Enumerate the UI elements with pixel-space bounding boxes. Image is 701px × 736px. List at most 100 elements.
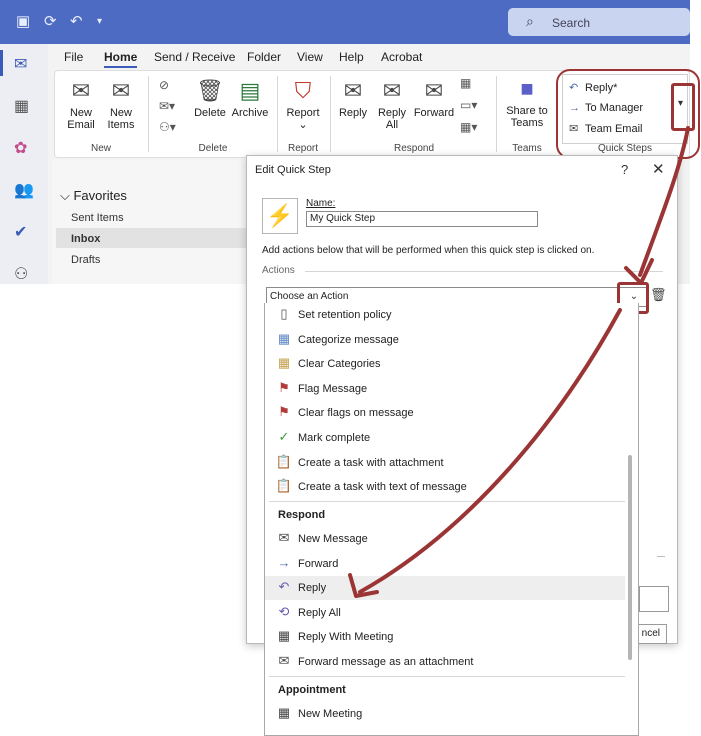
- shortcut-field[interactable]: [639, 586, 669, 612]
- section-divider: [269, 676, 625, 677]
- dropdown-item-label: Categorize message: [298, 334, 399, 346]
- dropdown-item-forward-as-attachment[interactable]: ✉ Forward message as an attachment: [265, 650, 625, 674]
- menu-send-receive[interactable]: Send / Receive: [154, 50, 235, 64]
- share-to-teams-button[interactable]: ■ Share to Teams: [502, 76, 552, 129]
- folder-inbox[interactable]: Inbox: [71, 233, 100, 245]
- dropdown-item-task-text[interactable]: 📋 Create a task with text of message: [265, 475, 625, 499]
- flag-icon: ⚑: [278, 404, 290, 419]
- people-icon[interactable]: 👥: [14, 180, 34, 200]
- group-label-new: New: [90, 143, 111, 154]
- favorites-header[interactable]: ⌵ Favorites: [60, 188, 127, 204]
- group-label-report: Report: [287, 143, 318, 154]
- dropdown-item-new-message[interactable]: ✉ New Message: [265, 527, 625, 551]
- mail-icon[interactable]: ✉: [14, 54, 27, 74]
- dropdown-item-reply-with-meeting[interactable]: ▦ Reply With Meeting: [265, 625, 625, 649]
- reply-all-icon: ⟲: [278, 604, 290, 619]
- reply-all-button[interactable]: ✉ Reply All: [374, 78, 410, 131]
- report-button[interactable]: ⛉ Report ⌄: [283, 78, 323, 131]
- reply-all-icon: ✉: [382, 78, 402, 103]
- folder-sent-items[interactable]: Sent Items: [71, 212, 124, 224]
- dropdown-item-label: Mark complete: [298, 432, 371, 444]
- dropdown-item-label: New Message: [298, 533, 368, 545]
- copilot-icon[interactable]: ✿: [14, 138, 27, 158]
- dropdown-item-reply-all[interactable]: ⟲ Reply All: [265, 601, 625, 625]
- checkmark-icon: ✓: [278, 429, 290, 444]
- sync-icon[interactable]: ⟳: [44, 12, 57, 30]
- group-label-delete: Delete: [198, 143, 228, 154]
- menu-acrobat[interactable]: Acrobat: [381, 50, 422, 64]
- menu-folder[interactable]: Folder: [247, 50, 281, 64]
- new-email-button[interactable]: ✉ New Email: [62, 78, 100, 131]
- name-label: Name:: [306, 198, 336, 209]
- delete-action-icon[interactable]: 🗑: [650, 287, 667, 303]
- archive-button[interactable]: ▤ Archive: [229, 78, 271, 119]
- dropdown-item-label: New Meeting: [298, 708, 363, 720]
- new-email-icon: ✉: [71, 78, 91, 103]
- folder-pane: ⌵ Favorites Sent Items Inbox Drafts: [52, 160, 248, 284]
- menu-home[interactable]: Home: [104, 50, 138, 68]
- new-items-icon: ✉: [111, 78, 131, 103]
- dropdown-item-categorize-message[interactable]: ▦ Categorize message: [265, 328, 625, 352]
- name-input[interactable]: My Quick Step: [306, 211, 538, 227]
- calendar-icon: ▦: [277, 628, 291, 643]
- search-icon: ⌕: [526, 13, 534, 29]
- group-separator: [148, 76, 149, 152]
- search-box[interactable]: ⌕ Search: [508, 8, 690, 36]
- forward-button[interactable]: ✉ Forward: [412, 78, 456, 119]
- dropdown-item-reply[interactable]: ↶ Reply: [265, 576, 625, 600]
- document-icon: ▯: [280, 306, 288, 321]
- search-placeholder: Search: [552, 16, 591, 30]
- reply-button[interactable]: ✉ Reply: [336, 78, 370, 119]
- menu-file[interactable]: File: [64, 50, 83, 64]
- dropdown-item-mark-complete[interactable]: ✓ Mark complete: [265, 426, 625, 450]
- lightning-bolt-icon[interactable]: ⚡: [262, 198, 298, 234]
- share-to-teams-label: Share to Teams: [506, 105, 548, 129]
- folder-drafts[interactable]: Drafts: [71, 254, 100, 266]
- dialog-title: Edit Quick Step: [255, 164, 331, 176]
- dropdown-item-clear-categories[interactable]: ▦ Clear Categories: [265, 352, 625, 376]
- ignore-icon[interactable]: ⊘: [159, 78, 169, 92]
- dropdown-item-label: Set retention policy: [298, 309, 392, 321]
- divider: [657, 556, 665, 557]
- menu-view[interactable]: View: [297, 50, 323, 64]
- categorize-icon: ▦: [277, 355, 291, 370]
- dropdown-item-label: Reply With Meeting: [298, 631, 394, 643]
- forward-label: Forward: [413, 107, 455, 119]
- dropdown-item-flag-message[interactable]: ⚑ Flag Message: [265, 377, 625, 401]
- undo-icon[interactable]: ↶: [70, 12, 83, 30]
- dropdown-item-new-meeting[interactable]: ▦ New Meeting: [265, 702, 625, 726]
- clipboard-icon: 📋: [275, 478, 293, 493]
- menu-help[interactable]: Help: [339, 50, 364, 64]
- section-header-appointment: Appointment: [278, 684, 346, 696]
- dropdown-item-label: Create a task with text of message: [298, 481, 467, 493]
- actions-description: Add actions below that will be performed…: [262, 245, 595, 256]
- apps-icon[interactable]: ⚇: [14, 264, 28, 284]
- new-items-button[interactable]: ✉ New Items: [102, 78, 140, 131]
- dropdown-item-set-retention-policy[interactable]: ▯ Set retention policy: [265, 303, 625, 327]
- section-header-respond: Respond: [278, 509, 326, 521]
- clipboard-icon: 📋: [275, 454, 293, 469]
- close-button[interactable]: ✕: [652, 160, 665, 178]
- action-dropdown-list: ▯ Set retention policy ▦ Categorize mess…: [264, 303, 639, 736]
- meeting-reply-icon[interactable]: ▦: [460, 76, 471, 90]
- delete-button[interactable]: 🗑 Delete: [192, 78, 228, 119]
- cleanup-icon[interactable]: ✉▾: [159, 99, 175, 113]
- actions-divider: [305, 271, 663, 272]
- report-shield-icon: ⛉: [294, 78, 312, 103]
- dropdown-scrollbar[interactable]: [628, 455, 632, 660]
- flag-icon: ⚑: [278, 380, 290, 395]
- todo-check-icon[interactable]: ✔: [14, 222, 27, 242]
- archive-label: Archive: [231, 107, 269, 119]
- help-button[interactable]: ?: [621, 162, 628, 177]
- more-respond-icon[interactable]: ▦▾: [460, 120, 477, 134]
- group-separator: [277, 76, 278, 152]
- im-reply-icon[interactable]: ▭▾: [460, 98, 477, 112]
- outlook-logo-icon: ▣: [16, 13, 31, 30]
- customize-toolbar-icon[interactable]: ▾: [97, 16, 102, 27]
- dropdown-item-forward[interactable]: → Forward: [265, 552, 625, 576]
- dropdown-item-clear-flags[interactable]: ⚑ Clear flags on message: [265, 401, 625, 425]
- dropdown-item-task-attachment[interactable]: 📋 Create a task with attachment: [265, 451, 625, 475]
- calendar-icon[interactable]: ▦: [14, 96, 29, 116]
- junk-icon[interactable]: ⚇▾: [159, 120, 176, 134]
- trash-icon: 🗑: [196, 78, 224, 103]
